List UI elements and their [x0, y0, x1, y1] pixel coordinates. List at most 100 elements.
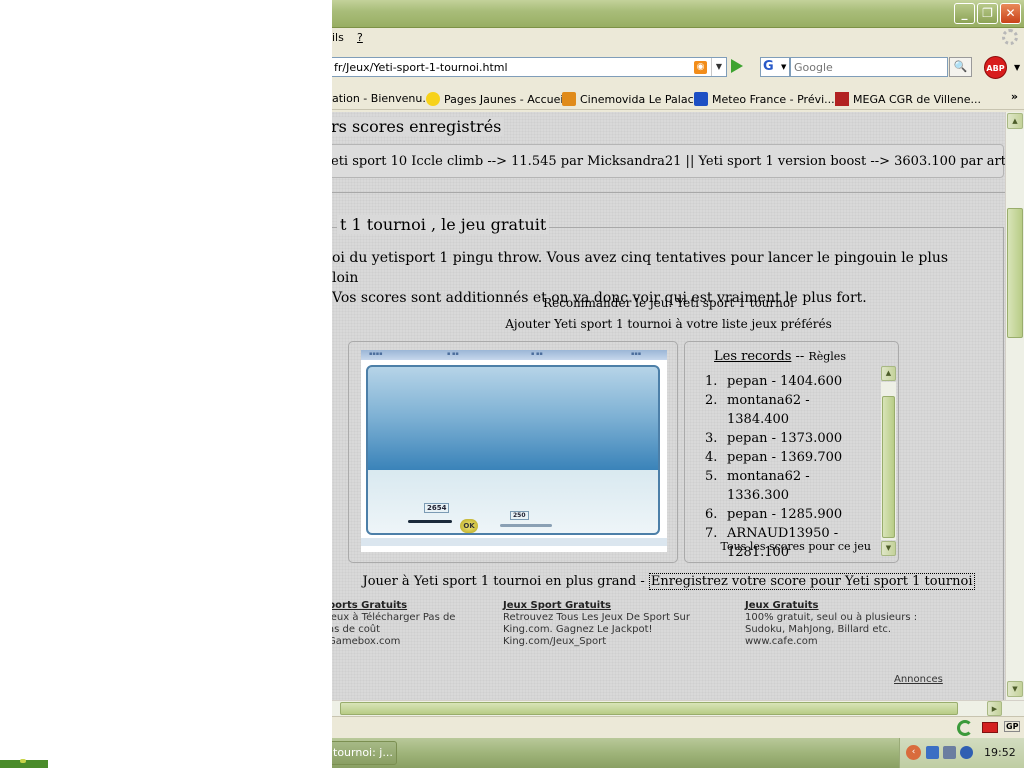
penguin-trail-icon	[500, 524, 552, 527]
search-box[interactable]	[790, 57, 948, 77]
search-icon: 🔍	[953, 60, 968, 73]
bookmark-item[interactable]: Meteo France - Prévi...	[694, 92, 835, 106]
record-rank: 1.	[705, 374, 718, 389]
ad-line: King.com. Gagnez Le Jackpot!	[503, 624, 653, 635]
records-panel: Les records -- Règles 1. pepan - 1404.600…	[684, 341, 899, 563]
close-button[interactable]: ✕	[1000, 3, 1021, 24]
go-button[interactable]	[731, 59, 743, 73]
cinemovida-icon	[562, 92, 576, 106]
ad-url[interactable]: King.com/Jeux_Sport	[503, 636, 733, 648]
record-item: 5. montana62 - 1336.300	[705, 467, 875, 505]
add-favorites-link[interactable]: Ajouter Yeti sport 1 tournoi à votre lis…	[332, 317, 1005, 331]
browser-window: _ ❐ ✕ ils ? fr/Jeux/Yeti-sport-1-tournoi…	[332, 0, 1024, 768]
register-score-link[interactable]: Enregistrez votre score pour Yeti sport …	[648, 573, 975, 590]
scroll-right-icon[interactable]: ▶	[987, 701, 1002, 716]
record-text: pepan - 1373.000	[727, 431, 843, 446]
clock[interactable]: 19:52	[984, 746, 1016, 759]
section-divider	[332, 192, 1005, 193]
record-rank: 4.	[705, 450, 718, 465]
bookmark-item[interactable]: MEGA CGR de Villene...	[835, 92, 981, 106]
url-history-dropdown[interactable]: ▼	[711, 58, 726, 76]
records-header: Les records -- Règles	[685, 349, 875, 364]
vertical-scrollbar[interactable]: ▲ ▼	[1005, 112, 1024, 700]
game-legend: t 1 tournoi , le jeu gratuit	[337, 215, 550, 234]
search-input[interactable]	[794, 59, 944, 75]
ad-title[interactable]: Jeux Gratuits	[745, 600, 975, 612]
scores-ticker: eti sport 10 Iccle climb --> 11.545 par …	[332, 144, 1005, 178]
record-text: montana62 - 1336.300	[727, 469, 810, 503]
ad-url[interactable]: www.cafe.com	[745, 636, 975, 648]
search-engine-selector[interactable]: G ▼	[760, 57, 790, 77]
system-tray: ‹ 19:52	[899, 738, 1024, 768]
record-item: 6. pepan - 1285.900	[705, 505, 875, 524]
bookmark-item[interactable]: Pages Jaunes - Accueil	[426, 92, 567, 106]
game-panel: ▪▪▪▪ ▪ ▪▪ ▪ ▪▪ ▪▪▪ 2654 OK 250	[348, 341, 678, 563]
record-item: 1. pepan - 1404.600	[705, 372, 875, 391]
ads-label-link[interactable]: Annonces	[894, 674, 943, 685]
records-list: 1. pepan - 1404.600 2. montana62 - 1384.40…	[705, 372, 875, 562]
ad-block[interactable]: Jeux Sport Gratuits Retrouvez Tous Les J…	[503, 600, 733, 648]
records-scrollbar[interactable]: ▲ ▼	[881, 366, 896, 556]
game-footer-bar	[361, 538, 667, 546]
bookmark-item[interactable]: ation - Bienvenu...	[332, 92, 433, 105]
network-icon[interactable]	[926, 746, 939, 759]
all-scores-link[interactable]: Tous les scores pour ce jeu	[685, 540, 875, 553]
intro-line: oi du yetisport 1 pingu throw. Vous avez…	[332, 250, 949, 286]
bookmark-label: ation - Bienvenu...	[332, 92, 433, 105]
menu-tools[interactable]: ils	[332, 31, 344, 44]
ad-line: 100% gratuit, seul ou à plusieurs :	[745, 612, 918, 623]
scores-ticker-text: eti sport 10 Iccle climb --> 11.545 par …	[332, 154, 1005, 169]
gp-status-icon[interactable]: GP	[1004, 721, 1021, 732]
adblock-button[interactable]: ABP	[984, 56, 1007, 79]
record-rank: 5.	[705, 469, 718, 484]
menu-bar: ils ?	[332, 28, 1024, 48]
flag-status-icon[interactable]	[982, 722, 998, 733]
score-bar-segment: ▪ ▪▪	[447, 351, 459, 357]
scroll-down-icon[interactable]: ▼	[881, 541, 896, 556]
extension-status-icon[interactable]	[957, 720, 973, 736]
scroll-thumb[interactable]	[882, 396, 895, 538]
record-text: pepan - 1404.600	[727, 374, 843, 389]
record-item: 3. pepan - 1373.000	[705, 429, 875, 448]
ok-button[interactable]: OK	[460, 519, 478, 533]
display-icon[interactable]	[943, 746, 956, 759]
search-button[interactable]: 🔍	[949, 57, 972, 77]
cgr-icon	[835, 92, 849, 106]
recommend-game-link[interactable]: Recommander le jeu: Yeti sport 1 tournoi	[332, 296, 1005, 310]
restore-button[interactable]: ❐	[977, 3, 998, 24]
bookmark-item[interactable]: Cinemovida Le Palace	[562, 92, 700, 106]
minimize-button[interactable]: _	[954, 3, 975, 24]
scroll-thumb[interactable]	[1007, 208, 1023, 338]
rss-feed-icon[interactable]: ◉	[694, 61, 707, 74]
distance-tag: 250	[510, 511, 529, 520]
rules-link[interactable]: Règles	[808, 350, 846, 363]
taskbar-window-button[interactable]: tournoi: j...	[332, 741, 397, 765]
menu-help[interactable]: ?	[357, 31, 363, 44]
ad-title[interactable]: Jeux Sport Gratuits	[503, 600, 733, 612]
ad-block[interactable]: Jeux Gratuits 100% gratuit, seul ou à pl…	[745, 600, 975, 648]
url-text[interactable]: fr/Jeux/Yeti-sport-1-tournoi.html	[334, 61, 508, 74]
bookmarks-overflow-button[interactable]: »	[1011, 90, 1018, 103]
horizontal-scrollbar[interactable]: ▶	[332, 700, 1024, 716]
score-bar-segment: ▪▪▪	[631, 351, 642, 357]
scroll-thumb[interactable]	[340, 702, 958, 715]
scroll-up-icon[interactable]: ▲	[1007, 113, 1023, 129]
scroll-down-icon[interactable]: ▼	[1007, 681, 1023, 697]
record-item: 4. pepan - 1369.700	[705, 448, 875, 467]
bookmark-label: Cinemovida Le Palace	[580, 93, 701, 106]
tray-expand-icon[interactable]: ‹	[906, 745, 921, 760]
records-separator: --	[795, 349, 805, 364]
score-bar-segment: ▪ ▪▪	[531, 351, 543, 357]
game-canvas[interactable]: ▪▪▪▪ ▪ ▪▪ ▪ ▪▪ ▪▪▪ 2654 OK 250	[361, 350, 667, 552]
scroll-up-icon[interactable]: ▲	[881, 366, 896, 381]
yeti-shadow-icon	[408, 520, 452, 523]
volume-icon[interactable]	[960, 746, 973, 759]
adblock-menu-arrow[interactable]: ▼	[1014, 63, 1020, 72]
play-bigger-link[interactable]: Jouer à Yeti sport 1 tournoi en plus gra…	[362, 574, 648, 589]
taskbar: tournoi: j... ‹ 19:52	[332, 738, 1024, 768]
records-title-link[interactable]: Les records	[714, 349, 791, 364]
url-bar[interactable]: fr/Jeux/Yeti-sport-1-tournoi.html ◉ ▼	[332, 57, 727, 77]
scores-legend: rs scores enregistrés	[332, 117, 505, 136]
chevron-down-icon: ▼	[781, 63, 787, 71]
title-bar: _ ❐ ✕	[332, 0, 1024, 28]
